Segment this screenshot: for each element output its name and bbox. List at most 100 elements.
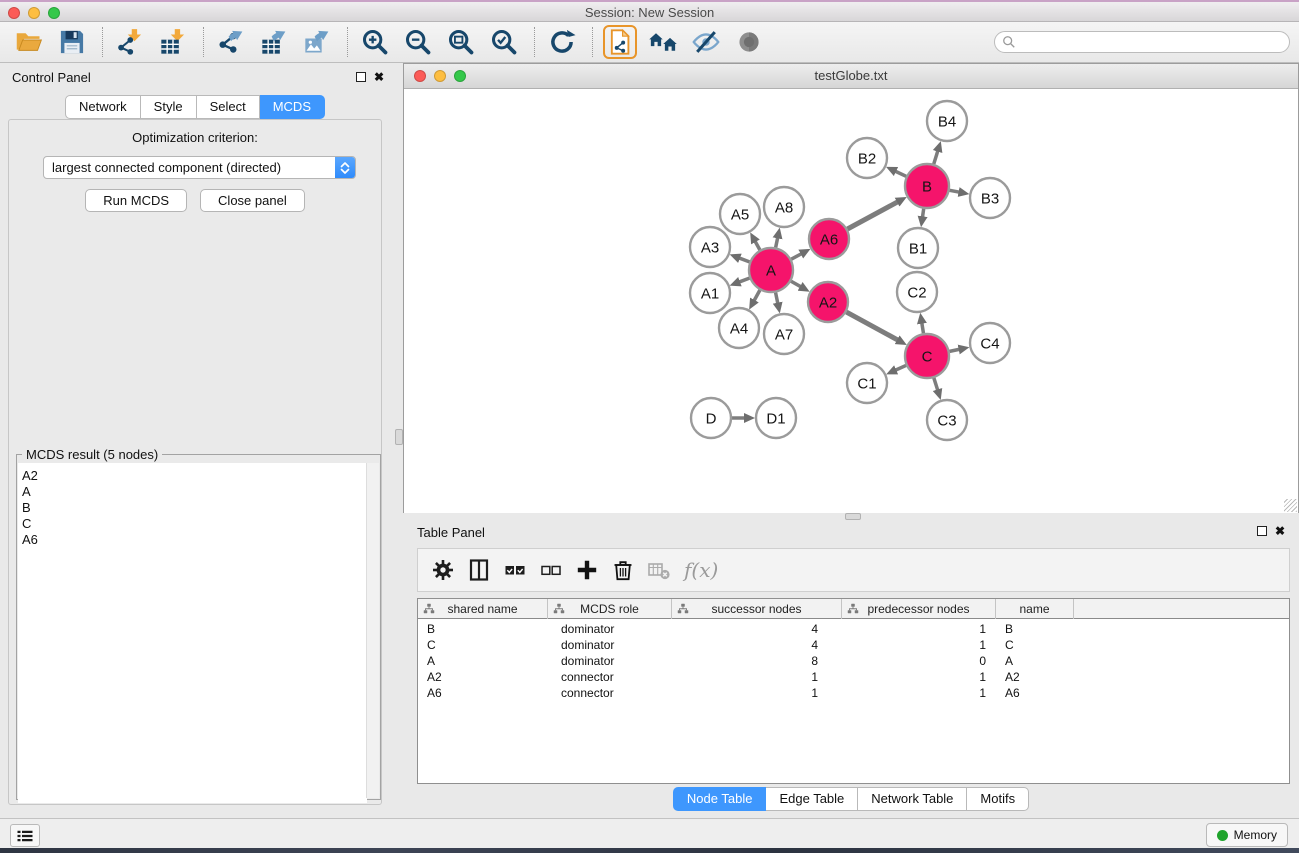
tab-node-table[interactable]: Node Table: [673, 787, 767, 811]
memory-button[interactable]: Memory: [1206, 823, 1288, 847]
cell-MCDS-role[interactable]: connector: [548, 670, 672, 684]
edge-B-B4[interactable]: [934, 151, 938, 164]
mcds-result-item[interactable]: B: [18, 500, 367, 516]
run-mcds-button[interactable]: Run MCDS: [85, 189, 187, 212]
cell-shared-name[interactable]: A6: [418, 686, 548, 700]
tab-style[interactable]: Style: [141, 95, 197, 119]
node-C3[interactable]: C3: [927, 400, 967, 440]
edge-A-A5[interactable]: [755, 241, 760, 250]
mcds-result-item[interactable]: C: [18, 516, 367, 532]
cell-successor-nodes[interactable]: 1: [672, 686, 842, 700]
cell-shared-name[interactable]: A2: [418, 670, 548, 684]
hide-selected-button[interactable]: [689, 25, 723, 59]
table-row[interactable]: A6connector11A6: [418, 685, 1289, 701]
node-A7[interactable]: A7: [764, 314, 804, 354]
cell-MCDS-role[interactable]: dominator: [548, 638, 672, 652]
export-network-button[interactable]: [214, 25, 248, 59]
column-header-name[interactable]: name: [996, 599, 1074, 619]
cell-shared-name[interactable]: B: [418, 622, 548, 636]
duplicate-network-button[interactable]: [603, 25, 637, 59]
refresh-button[interactable]: [545, 25, 579, 59]
cell-name[interactable]: A6: [996, 686, 1074, 700]
node-A1[interactable]: A1: [690, 273, 730, 313]
tab-network-table[interactable]: Network Table: [858, 787, 967, 811]
edge-A-A7[interactable]: [776, 293, 778, 304]
export-image-button[interactable]: [300, 25, 334, 59]
tab-network[interactable]: Network: [65, 95, 141, 119]
tab-select[interactable]: Select: [197, 95, 260, 119]
node-A8[interactable]: A8: [764, 187, 804, 227]
cell-MCDS-role[interactable]: dominator: [548, 622, 672, 636]
table-row[interactable]: Bdominator41B: [418, 621, 1289, 637]
node-B3[interactable]: B3: [970, 178, 1010, 218]
edge-A-A8[interactable]: [776, 237, 778, 247]
mcds-result-item[interactable]: A2: [18, 468, 367, 484]
node-C[interactable]: C: [905, 334, 949, 378]
search-input[interactable]: [1016, 32, 1289, 52]
edge-C-C4[interactable]: [950, 349, 960, 351]
cell-successor-nodes[interactable]: 4: [672, 638, 842, 652]
cell-name[interactable]: B: [996, 622, 1074, 636]
tab-motifs[interactable]: Motifs: [967, 787, 1029, 811]
edge-C-C2[interactable]: [922, 323, 924, 334]
cell-name[interactable]: A2: [996, 670, 1074, 684]
select-all-button[interactable]: [500, 555, 530, 585]
table-row[interactable]: Adominator80A: [418, 653, 1289, 669]
vertical-splitter-handle[interactable]: [395, 429, 403, 445]
cell-successor-nodes[interactable]: 1: [672, 670, 842, 684]
node-A2[interactable]: A2: [808, 282, 848, 322]
save-session-button[interactable]: [55, 25, 89, 59]
network-graph[interactable]: AA1A3A5A8A4A7A6A2BB2B4B3B1CC2C4C1C3DD1: [404, 89, 1298, 513]
cell-predecessor-nodes[interactable]: 1: [842, 622, 996, 636]
close-table-panel-icon[interactable]: ✖: [1275, 526, 1285, 536]
tab-mcds[interactable]: MCDS: [260, 95, 325, 119]
node-A[interactable]: A: [749, 248, 793, 292]
table-settings-button[interactable]: [428, 555, 458, 585]
close-panel-button[interactable]: Close panel: [200, 189, 305, 212]
edge-B-B3[interactable]: [950, 190, 960, 192]
float-table-panel-icon[interactable]: [1257, 526, 1267, 536]
cell-successor-nodes[interactable]: 4: [672, 622, 842, 636]
node-B2[interactable]: B2: [847, 138, 887, 178]
zoom-out-button[interactable]: [401, 25, 435, 59]
table-row[interactable]: Cdominator41C: [418, 637, 1289, 653]
result-scrollbar[interactable]: [366, 463, 379, 798]
cell-successor-nodes[interactable]: 8: [672, 654, 842, 668]
node-D[interactable]: D: [691, 398, 731, 438]
node-B1[interactable]: B1: [898, 228, 938, 268]
mcds-result-item[interactable]: A6: [18, 532, 367, 548]
search-field[interactable]: [994, 31, 1290, 53]
node-C4[interactable]: C4: [970, 323, 1010, 363]
import-table-button[interactable]: [156, 25, 190, 59]
cell-name[interactable]: C: [996, 638, 1074, 652]
node-B[interactable]: B: [905, 164, 949, 208]
network-window-titlebar[interactable]: testGlobe.txt: [404, 64, 1298, 89]
edge-A2-C[interactable]: [846, 312, 898, 340]
edge-C-C3[interactable]: [934, 378, 938, 390]
cell-predecessor-nodes[interactable]: 0: [842, 654, 996, 668]
node-C2[interactable]: C2: [897, 272, 937, 312]
node-A5[interactable]: A5: [720, 194, 760, 234]
table-row[interactable]: A2connector11A2: [418, 669, 1289, 685]
show-columns-button[interactable]: [464, 555, 494, 585]
delete-column-button[interactable]: [608, 555, 638, 585]
zoom-in-button[interactable]: [358, 25, 392, 59]
criterion-select[interactable]: largest connected component (directed): [43, 156, 356, 179]
edge-A-A4[interactable]: [754, 290, 760, 301]
edge-A6-B[interactable]: [847, 202, 898, 229]
show-hidden-button[interactable]: [732, 25, 766, 59]
cell-MCDS-role[interactable]: dominator: [548, 654, 672, 668]
close-panel-icon[interactable]: ✖: [374, 72, 384, 82]
edge-A-A2[interactable]: [791, 281, 801, 287]
node-C1[interactable]: C1: [847, 363, 887, 403]
edge-B-B1[interactable]: [922, 209, 923, 218]
float-panel-icon[interactable]: [356, 72, 366, 82]
cell-predecessor-nodes[interactable]: 1: [842, 686, 996, 700]
cell-predecessor-nodes[interactable]: 1: [842, 670, 996, 684]
edge-B-B2[interactable]: [895, 171, 906, 176]
cell-name[interactable]: A: [996, 654, 1074, 668]
add-column-button[interactable]: [572, 555, 602, 585]
node-A3[interactable]: A3: [690, 227, 730, 267]
network-canvas[interactable]: AA1A3A5A8A4A7A6A2BB2B4B3B1CC2C4C1C3DD1: [404, 89, 1298, 513]
cell-shared-name[interactable]: C: [418, 638, 548, 652]
